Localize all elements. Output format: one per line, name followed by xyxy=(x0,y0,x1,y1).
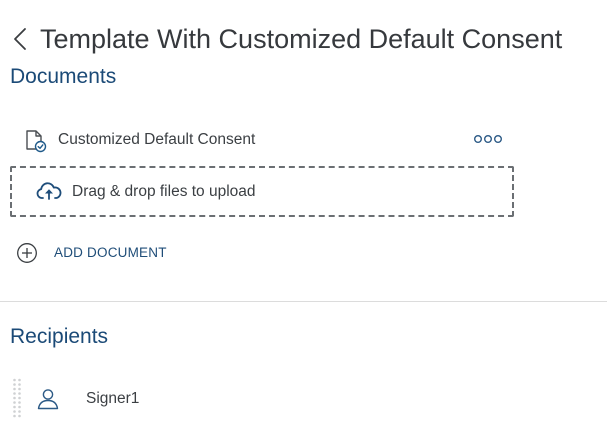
template-page: Template With Customized Default Consent… xyxy=(0,0,607,441)
document-check-icon xyxy=(24,129,48,153)
recipient-row[interactable]: Signer1 xyxy=(10,378,590,418)
plus-circle-icon xyxy=(16,242,38,264)
add-document-button[interactable]: ADD DOCUMENT xyxy=(16,241,186,265)
page-header: Template With Customized Default Consent xyxy=(0,0,607,66)
more-options-icon[interactable] xyxy=(472,130,504,148)
back-button[interactable] xyxy=(10,26,32,52)
document-row[interactable]: Customized Default Consent xyxy=(10,122,507,158)
file-dropzone[interactable]: Drag & drop files to upload xyxy=(10,166,514,217)
person-icon xyxy=(36,388,60,410)
recipients-heading: Recipients xyxy=(10,325,109,348)
page-title: Template With Customized Default Consent xyxy=(40,24,563,54)
section-divider xyxy=(0,301,607,302)
chevron-left-icon xyxy=(14,28,26,50)
add-document-label: ADD DOCUMENT xyxy=(54,245,167,260)
cloud-upload-icon xyxy=(36,181,62,201)
dropzone-label: Drag & drop files to upload xyxy=(72,183,256,200)
document-name: Customized Default Consent xyxy=(58,131,256,148)
documents-heading: Documents xyxy=(10,65,117,88)
drag-handle-icon[interactable] xyxy=(12,378,22,418)
recipient-name: Signer1 xyxy=(86,390,140,407)
